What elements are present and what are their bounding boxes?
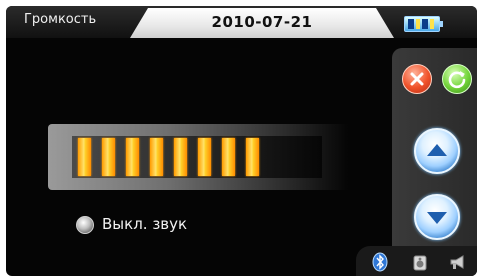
volume-down-button[interactable]	[414, 194, 460, 240]
battery-icon	[404, 16, 443, 32]
date-label: 2010-07-21	[211, 13, 313, 31]
date-tab: 2010-07-21	[130, 8, 394, 38]
volume-segment	[222, 138, 235, 176]
mute-radio[interactable]	[76, 216, 94, 234]
arrow-down-icon	[427, 212, 447, 224]
refresh-icon	[448, 71, 466, 89]
refresh-button[interactable]	[442, 64, 472, 94]
volume-segment	[246, 138, 259, 176]
device-frame: Громкость 2010-07-21 Выкл. звук	[6, 6, 477, 276]
volume-slider[interactable]	[48, 124, 348, 190]
arrow-up-icon	[427, 144, 447, 156]
volume-segment	[198, 138, 211, 176]
volume-segment	[150, 138, 163, 176]
volume-segment	[174, 138, 187, 176]
volume-segment	[78, 138, 91, 176]
bluetooth-icon[interactable]	[370, 252, 390, 272]
side-panel	[392, 48, 477, 276]
mute-label: Выкл. звук	[102, 215, 188, 233]
page-title: Громкость	[24, 12, 97, 27]
close-button[interactable]	[402, 64, 432, 94]
volume-up-button[interactable]	[414, 128, 460, 174]
close-icon	[410, 72, 424, 86]
megaphone-icon[interactable]	[448, 252, 468, 272]
screen: Громкость 2010-07-21 Выкл. звук	[0, 0, 483, 278]
speaker-icon[interactable]	[410, 252, 430, 272]
volume-segment	[102, 138, 115, 176]
status-tray	[356, 246, 477, 276]
volume-segment	[126, 138, 139, 176]
header: Громкость 2010-07-21	[6, 6, 477, 38]
